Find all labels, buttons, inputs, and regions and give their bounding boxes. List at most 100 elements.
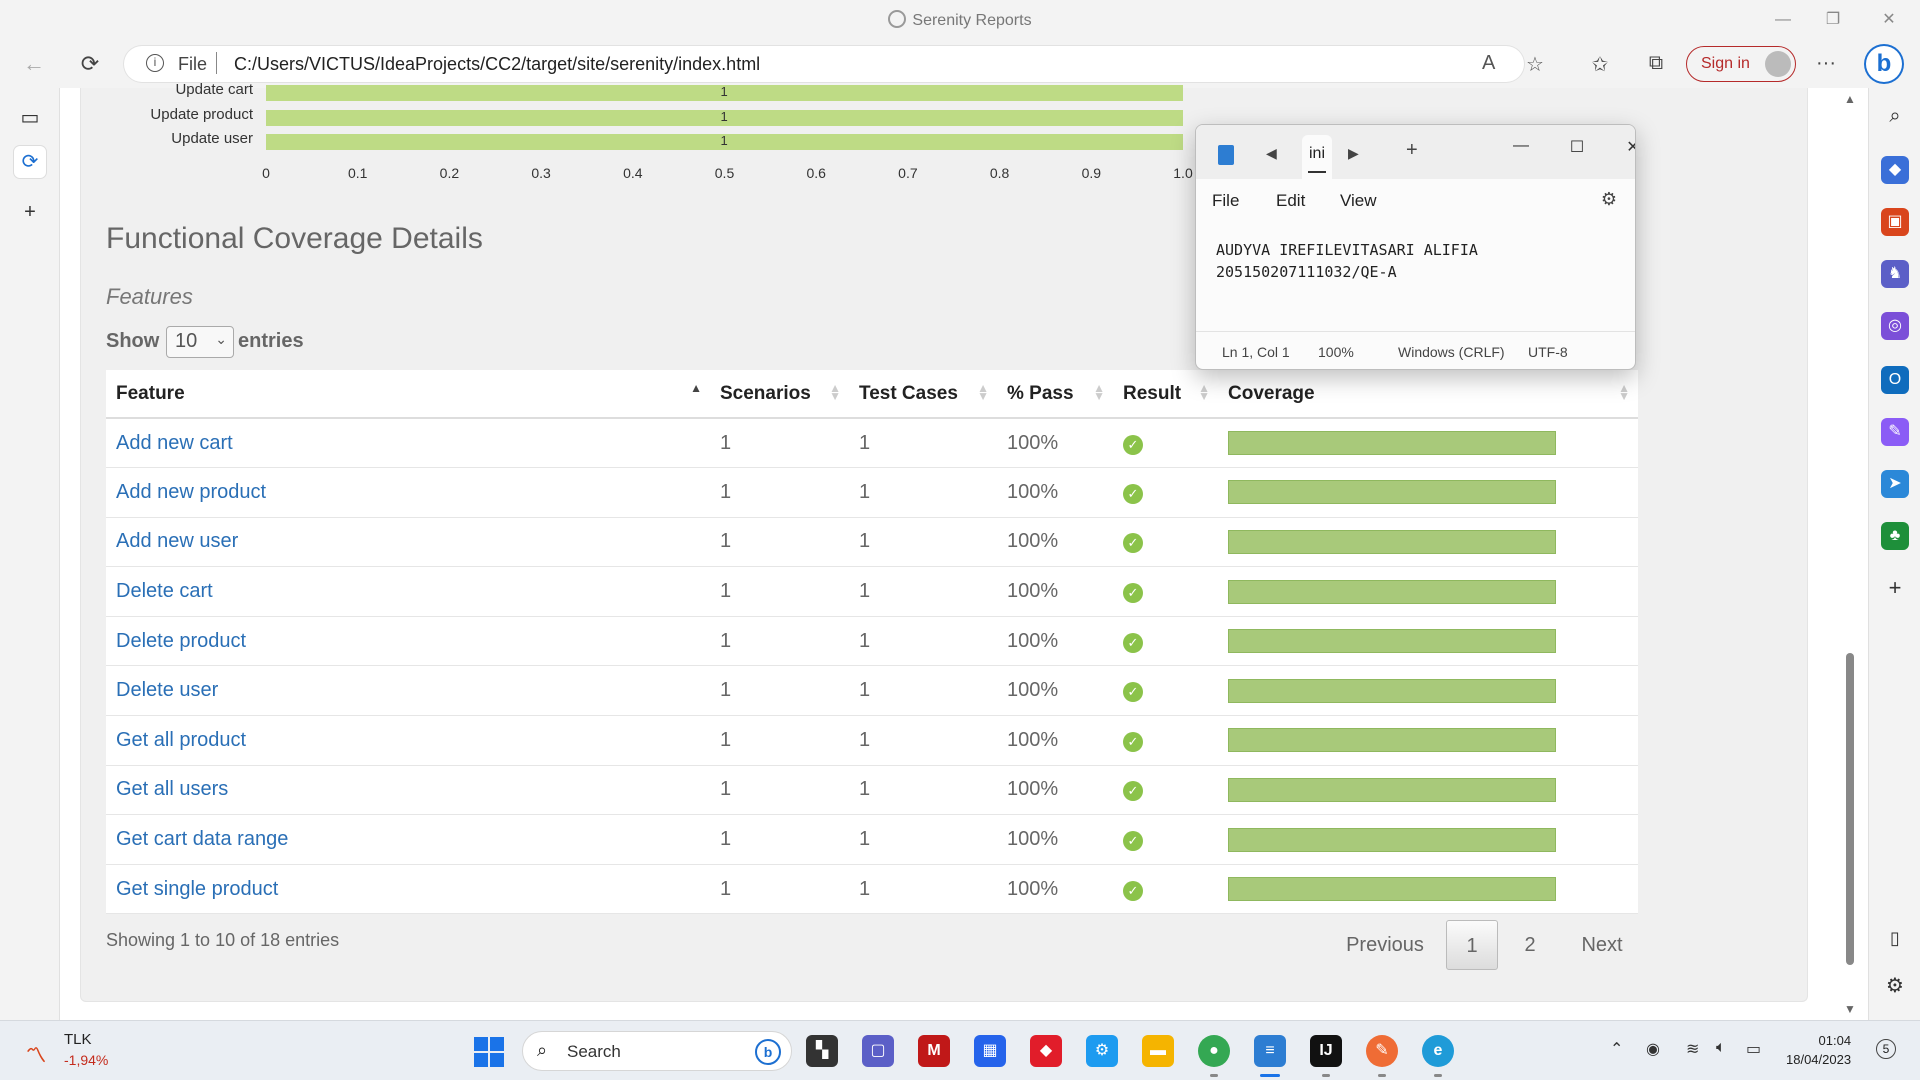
show-hidden-icons-icon[interactable]: ⌃ — [1610, 1039, 1623, 1059]
address-bar[interactable]: i File C:/Users/VICTUS/IdeaProjects/CC2/… — [124, 46, 1544, 82]
designer-icon[interactable]: ✎ — [1881, 418, 1909, 446]
anydesk-icon[interactable]: ◆ — [1030, 1035, 1062, 1067]
page-1-button[interactable]: 1 — [1446, 920, 1498, 970]
favorites-icon[interactable]: ✩ — [1586, 52, 1614, 77]
sign-in-button[interactable]: Sign in — [1686, 46, 1796, 82]
feature-link[interactable]: Delete cart — [116, 580, 213, 602]
menu-edit[interactable]: Edit — [1276, 191, 1305, 211]
check-success-icon: ✓ — [1123, 731, 1143, 752]
read-aloud-icon[interactable]: A — [1482, 52, 1495, 75]
stock-name[interactable]: TLK — [64, 1031, 92, 1048]
notepad-taskbar-icon[interactable]: ≡ — [1254, 1035, 1286, 1077]
column-header-test-cases[interactable]: Test Cases ▲ ▼ — [849, 370, 997, 419]
settings-app-icon[interactable]: ⚙ — [1086, 1035, 1118, 1067]
feature-link[interactable]: Get cart data range — [116, 828, 288, 850]
tools-icon[interactable]: ▣ — [1881, 208, 1909, 236]
feature-link[interactable]: Get all product — [116, 729, 246, 751]
mcafee-icon[interactable]: M — [918, 1035, 950, 1067]
column-header-coverage[interactable]: Coverage ▲ ▼ — [1218, 370, 1638, 419]
feature-link[interactable]: Get single product — [116, 878, 278, 900]
shopping-icon[interactable]: ◆ — [1881, 156, 1909, 184]
chart-x-tick-label: 0 — [262, 165, 270, 181]
menu-file[interactable]: File — [1212, 191, 1239, 211]
split-screen-icon[interactable]: ▯ — [1881, 924, 1909, 952]
task-view-icon[interactable]: ▚ — [806, 1035, 838, 1067]
notepad-maximize-button[interactable]: ☐ — [1562, 137, 1592, 157]
more-options-button[interactable]: ··· — [1812, 52, 1840, 75]
antivirus-status-icon[interactable]: ◉ — [1646, 1039, 1660, 1059]
notepad-minimize-button[interactable]: — — [1506, 137, 1536, 155]
feature-link[interactable]: Add new user — [116, 530, 238, 552]
scroll-up-arrow-icon[interactable]: ▲ — [1844, 92, 1856, 106]
scrollbar-thumb[interactable] — [1846, 653, 1854, 965]
stock-trend-icon[interactable]: 〽 — [26, 1039, 46, 1068]
new-tab-button[interactable]: + — [1406, 139, 1418, 162]
minimize-button[interactable]: — — [1760, 6, 1806, 34]
feature-cell: Get cart data range — [106, 814, 710, 865]
site-info-icon[interactable]: i — [146, 54, 164, 72]
scenarios-cell: 1 — [710, 665, 849, 717]
notification-badge[interactable]: 5 — [1876, 1039, 1896, 1059]
settings-gear-icon[interactable]: ⚙ — [1881, 972, 1909, 1000]
page-size-select[interactable]: 10 ⌄ — [166, 326, 234, 358]
chrome-icon[interactable]: ● — [1198, 1035, 1230, 1077]
teams-chat-icon[interactable]: ▢ — [862, 1035, 894, 1067]
notepad-text-area[interactable]: AUDYVA IREFILEVITASARI ALIFIA 2051502071… — [1216, 239, 1478, 283]
column-header-scenarios[interactable]: Scenarios ▲ ▼ — [710, 370, 849, 419]
new-tab-button[interactable]: + — [14, 196, 46, 228]
edge-icon[interactable]: e — [1422, 1035, 1454, 1077]
wifi-icon[interactable]: ≋ — [1686, 1039, 1699, 1059]
volume-icon[interactable]: 🔈︎ — [1716, 1039, 1726, 1057]
scroll-down-arrow-icon[interactable]: ▼ — [1844, 1002, 1856, 1016]
notepad-close-button[interactable]: ✕ — [1618, 137, 1635, 157]
feature-cell: Delete cart — [106, 566, 710, 617]
add-favorite-icon[interactable]: ☆ — [1526, 52, 1544, 77]
pass-cell: 100% — [997, 765, 1113, 816]
tab-scroll-right-icon[interactable]: ▶ — [1348, 145, 1359, 162]
menu-view[interactable]: View — [1340, 191, 1377, 211]
column-header-result[interactable]: Result ▲ ▼ — [1113, 370, 1218, 419]
page-2-button[interactable]: 2 — [1504, 920, 1556, 970]
file-explorer-icon[interactable]: ▬ — [1142, 1035, 1174, 1067]
microsoft-365-icon[interactable]: ◎ — [1881, 312, 1909, 340]
restore-button[interactable]: ❐ — [1810, 6, 1856, 34]
intellij-icon[interactable]: IJ — [1310, 1035, 1342, 1077]
tab-scroll-left-icon[interactable]: ◀ — [1266, 145, 1277, 162]
tab-serenity-reports[interactable]: ⟳ — [14, 146, 46, 178]
close-button[interactable]: ✕ — [1866, 6, 1912, 34]
games-icon[interactable]: ♞ — [1881, 260, 1909, 288]
start-button-icon[interactable] — [474, 1037, 504, 1067]
page-scrollbar[interactable]: ▲ ▼ — [1836, 88, 1868, 1020]
notepad-settings-icon[interactable]: ⚙ — [1601, 189, 1617, 210]
check-success-icon: ✓ — [1123, 682, 1143, 703]
stock-change[interactable]: -1,94% — [64, 1052, 108, 1068]
microsoft-store-icon[interactable]: ▦ — [974, 1035, 1006, 1067]
clock[interactable]: 01:04 18/04/2023 — [1786, 1031, 1851, 1069]
outlook-icon[interactable]: O — [1881, 366, 1909, 394]
pass-cell: 100% — [997, 566, 1113, 617]
next-page-button[interactable]: Next — [1564, 920, 1640, 970]
column-header-pass[interactable]: % Pass ▲ ▼ — [997, 370, 1113, 419]
feature-link[interactable]: Delete user — [116, 679, 218, 701]
feature-link[interactable]: Get all users — [116, 778, 228, 800]
url-text[interactable]: C:/Users/VICTUS/IdeaProjects/CC2/target/… — [234, 54, 760, 75]
feature-link[interactable]: Add new cart — [116, 432, 233, 454]
back-button[interactable]: ← — [16, 48, 52, 80]
taskbar-search[interactable]: ⌕ Search b — [522, 1031, 792, 1071]
scenarios-cell: 1 — [710, 616, 849, 667]
column-header-feature[interactable]: Feature ▲ — [106, 370, 710, 419]
collections-icon[interactable]: ⧉ — [1642, 52, 1670, 75]
feature-link[interactable]: Add new product — [116, 481, 266, 503]
postman-icon[interactable]: ✎ — [1366, 1035, 1398, 1077]
previous-page-button[interactable]: Previous — [1330, 920, 1440, 970]
bing-chat-icon[interactable]: b — [1864, 44, 1904, 84]
search-icon[interactable]: ⌕ — [1881, 102, 1909, 130]
feature-link[interactable]: Delete product — [116, 630, 246, 652]
reload-button[interactable]: ⟳ — [72, 48, 108, 80]
battery-icon[interactable]: ▭ — [1746, 1039, 1761, 1059]
notepad-tab[interactable]: ini — [1302, 135, 1332, 179]
tab-actions-icon[interactable]: ▭ — [14, 102, 46, 134]
send-icon[interactable]: ➤ — [1881, 470, 1909, 498]
add-sidebar-app-icon[interactable]: + — [1881, 574, 1909, 602]
tree-icon[interactable]: ♣ — [1881, 522, 1909, 550]
